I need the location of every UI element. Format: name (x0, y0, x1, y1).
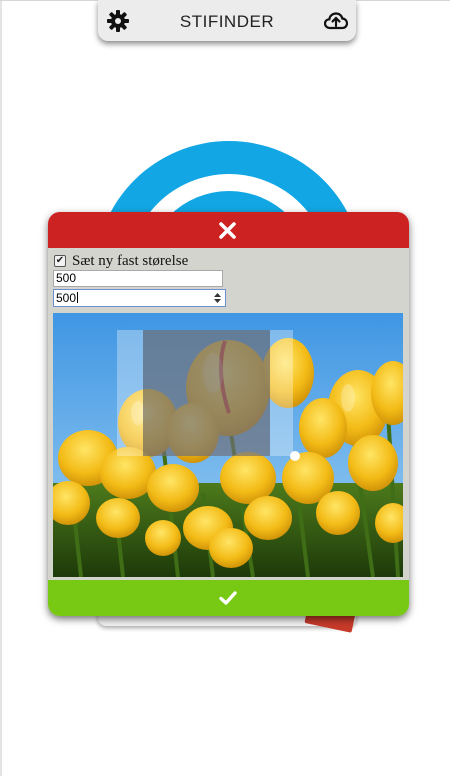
crop-image-area[interactable] (53, 313, 403, 577)
top-header: STIFINDER (98, 0, 356, 41)
app-title: STIFINDER (179, 12, 275, 31)
dialog-header (48, 212, 409, 248)
checkmark-icon (219, 591, 237, 605)
width-input[interactable]: 500 (53, 270, 223, 287)
width-input-value: 500 (56, 271, 77, 285)
crop-resize-handle[interactable] (290, 451, 300, 461)
spinner-arrows-icon[interactable] (213, 291, 222, 305)
height-input-value: 500 (56, 291, 77, 305)
fixed-size-checkbox[interactable]: ✔ (54, 255, 66, 267)
fixed-size-option[interactable]: ✔ Sæt ny fast størelse (54, 252, 188, 270)
close-icon[interactable] (218, 221, 237, 240)
page-edge (0, 0, 2, 776)
cloud-upload-icon[interactable] (324, 9, 348, 33)
height-input[interactable]: 500 (53, 289, 226, 307)
crop-selection-box[interactable] (143, 330, 270, 456)
fixed-size-label: Sæt ny fast størelse (72, 252, 189, 269)
confirm-button[interactable] (48, 580, 409, 616)
resize-dialog: ✔ Sæt ny fast størelse 500 500 (48, 212, 409, 616)
text-cursor (77, 292, 79, 303)
